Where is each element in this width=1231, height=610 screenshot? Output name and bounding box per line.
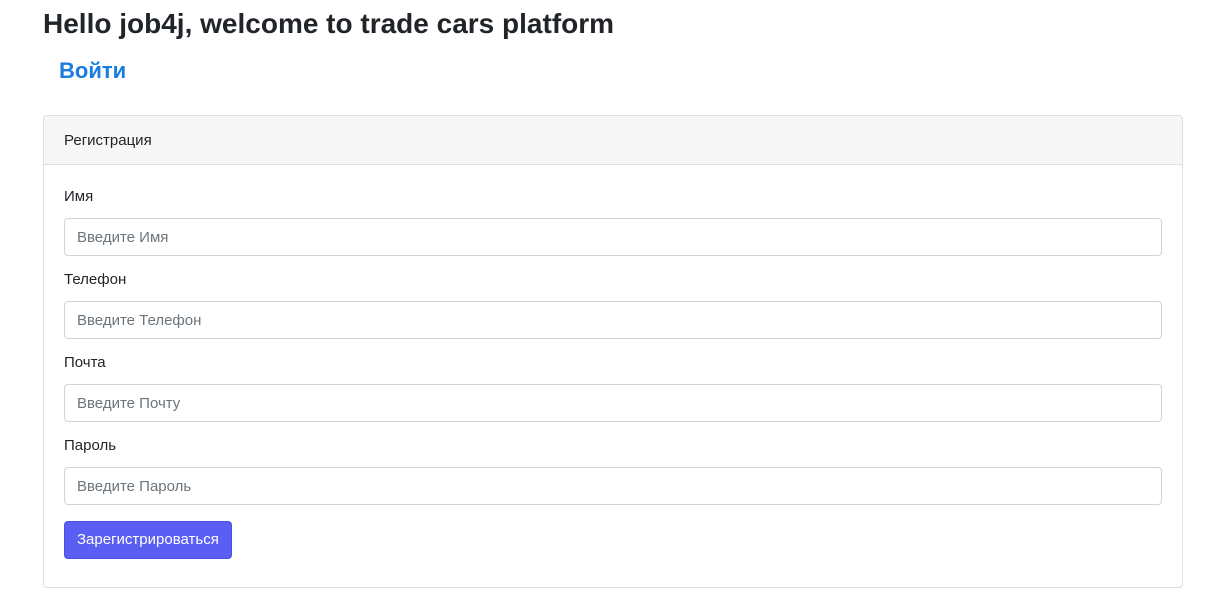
registration-form: Имя Телефон Почта Пароль Зарегистрироват… [64,187,1162,559]
registration-card: Регистрация Имя Телефон Почта Пароль [43,115,1183,588]
password-field-group: Пароль [64,436,1162,505]
phone-field-group: Телефон [64,270,1162,339]
page: Hello job4j, welcome to trade cars platf… [0,0,1231,610]
card-header: Регистрация [44,116,1182,165]
password-input[interactable] [64,467,1162,505]
name-input[interactable] [64,218,1162,256]
name-field-group: Имя [64,187,1162,256]
email-input[interactable] [64,384,1162,422]
login-link[interactable]: Войти [59,56,126,86]
phone-input[interactable] [64,301,1162,339]
page-title: Hello job4j, welcome to trade cars platf… [43,8,615,39]
name-label: Имя [64,188,94,205]
email-label: Почта [64,354,106,371]
card-body: Имя Телефон Почта Пароль Зарегистрироват… [44,165,1182,559]
register-button[interactable]: Зарегистрироваться [64,521,232,559]
email-field-group: Почта [64,353,1162,422]
password-label: Пароль [64,437,117,454]
phone-label: Телефон [64,271,127,288]
